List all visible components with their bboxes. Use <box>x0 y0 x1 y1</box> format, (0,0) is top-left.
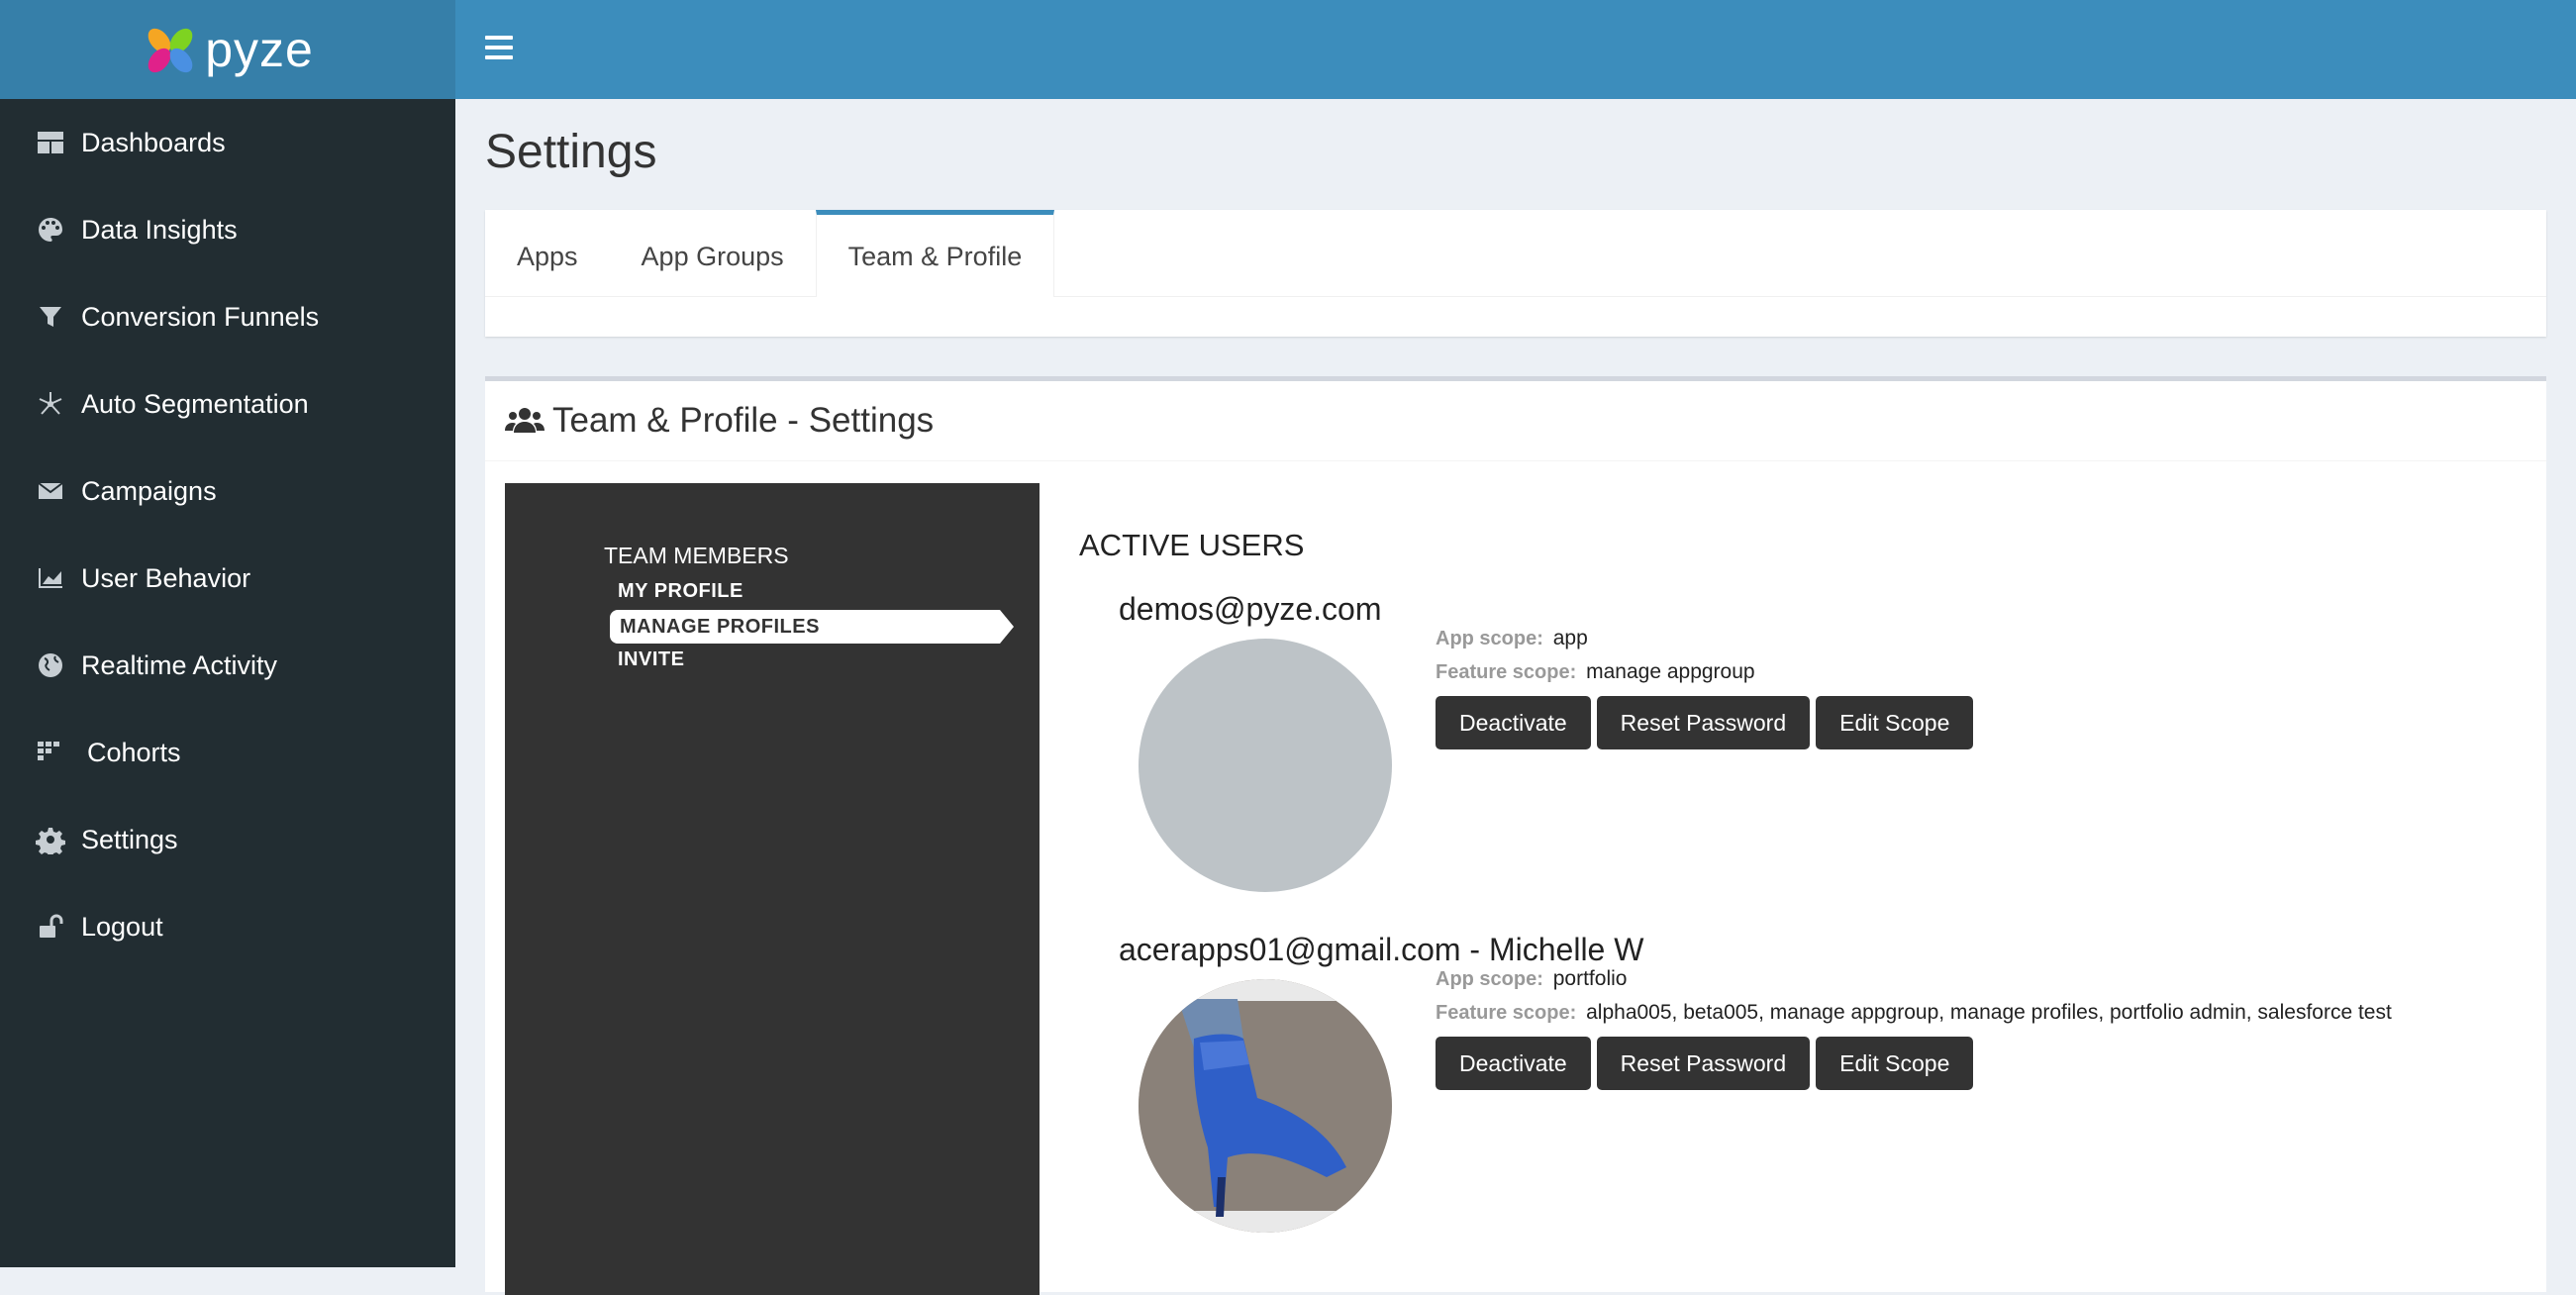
sidebar-item-label: Logout <box>81 911 163 942</box>
unlock-icon <box>34 910 67 944</box>
sidebar-item-label: Cohorts <box>87 737 181 767</box>
sidebar-item-logout[interactable]: Logout <box>0 883 455 970</box>
sidebar-nav: Dashboards Data Insights Conversion Funn… <box>0 99 455 970</box>
users-icon <box>505 408 545 433</box>
sidebar: pyze Dashboards Data Insights Conversion… <box>0 0 455 1267</box>
reset-password-button[interactable]: Reset Password <box>1596 1037 1811 1090</box>
feature-scope-label: Feature scope: <box>1436 661 1577 683</box>
feature-scope-label: Feature scope: <box>1436 1002 1577 1024</box>
top-navbar <box>455 0 2576 99</box>
gear-icon <box>34 823 67 856</box>
sidebar-item-label: Settings <box>81 824 178 854</box>
app-scope-label: App scope: <box>1436 968 1543 990</box>
user-email: demos@pyze.com <box>1119 591 1382 627</box>
user-meta: App scope: portfolio Feature scope: alph… <box>1436 967 2392 1090</box>
sidebar-item-settings[interactable]: Settings <box>0 796 455 883</box>
segmentation-icon <box>34 387 67 421</box>
avatar <box>1139 639 1392 892</box>
sidebar-item-label: Conversion Funnels <box>81 301 320 332</box>
team-subnav: TEAM MEMBERS MY PROFILE MANAGE PROFILES … <box>505 483 1040 1295</box>
panel-header: Team & Profile - Settings <box>485 381 2546 461</box>
sidebar-item-label: Campaigns <box>81 475 217 506</box>
feature-scope-line: Feature scope: alpha005, beta005, manage… <box>1436 1001 2392 1035</box>
subnav-item-manage-profiles[interactable]: MANAGE PROFILES <box>610 610 1014 644</box>
app-scope-value: portfolio <box>1552 967 1628 990</box>
edit-scope-button[interactable]: Edit Scope <box>1816 696 1974 749</box>
envelope-icon <box>34 474 67 508</box>
settings-tabs-box: Apps App Groups Team & Profile <box>485 210 2546 337</box>
page-title: Settings <box>485 126 657 178</box>
feature-scope-line: Feature scope: manage appgroup <box>1436 660 1979 694</box>
sidebar-item-data-insights[interactable]: Data Insights <box>0 186 455 273</box>
app-scope-value: app <box>1552 627 1588 649</box>
main-content: Settings Apps App Groups Team & Profile … <box>455 99 2576 1295</box>
app-scope-label: App scope: <box>1436 628 1543 649</box>
sidebar-item-label: Data Insights <box>81 214 238 245</box>
tab-team-profile[interactable]: Team & Profile <box>815 210 1055 297</box>
tab-apps[interactable]: Apps <box>485 210 610 296</box>
cohorts-icon <box>34 736 67 769</box>
tab-app-groups[interactable]: App Groups <box>610 210 816 296</box>
sidebar-item-label: User Behavior <box>81 562 251 593</box>
palette-icon <box>34 213 67 247</box>
pyze-logo-icon <box>148 28 193 73</box>
sidebar-item-label: Auto Segmentation <box>81 388 309 419</box>
sidebar-item-cohorts[interactable]: Cohorts <box>0 709 455 796</box>
settings-tabs: Apps App Groups Team & Profile <box>485 210 2546 297</box>
reset-password-button[interactable]: Reset Password <box>1596 696 1811 749</box>
team-profile-panel: Team & Profile - Settings TEAM MEMBERS M… <box>485 376 2546 1295</box>
sidebar-item-user-behavior[interactable]: User Behavior <box>0 535 455 622</box>
edit-scope-button[interactable]: Edit Scope <box>1816 1037 1974 1090</box>
sidebar-item-label: Dashboards <box>81 127 226 157</box>
area-chart-icon <box>34 561 67 595</box>
globe-icon <box>34 648 67 682</box>
deactivate-button[interactable]: Deactivate <box>1436 696 1591 749</box>
subnav-heading: TEAM MEMBERS <box>604 543 789 568</box>
user-actions: Deactivate Reset Password Edit Scope <box>1436 1037 2392 1090</box>
logo[interactable]: pyze <box>0 0 455 99</box>
app-scope-line: App scope: app <box>1436 627 1979 660</box>
user-email: acerapps01@gmail.com - Michelle W <box>1119 932 1644 967</box>
menu-toggle-icon[interactable] <box>485 36 513 63</box>
active-users-heading: ACTIVE USERS <box>1079 528 1305 562</box>
subnav-item-my-profile[interactable]: MY PROFILE <box>618 580 743 603</box>
sidebar-item-auto-segmentation[interactable]: Auto Segmentation <box>0 360 455 448</box>
feature-scope-value: manage appgroup <box>1586 660 1755 683</box>
dashboard-icon <box>34 126 67 159</box>
sidebar-item-campaigns[interactable]: Campaigns <box>0 448 455 535</box>
user-meta: App scope: app Feature scope: manage app… <box>1436 627 1979 749</box>
avatar <box>1139 979 1392 1233</box>
subnav-item-invite[interactable]: INVITE <box>618 648 684 671</box>
sidebar-item-conversion-funnels[interactable]: Conversion Funnels <box>0 273 455 360</box>
sidebar-item-dashboards[interactable]: Dashboards <box>0 99 455 186</box>
deactivate-button[interactable]: Deactivate <box>1436 1037 1591 1090</box>
sidebar-item-label: Realtime Activity <box>81 649 278 680</box>
boot-photo-icon <box>1139 979 1392 1233</box>
brand-name: pyze <box>205 22 314 77</box>
user-actions: Deactivate Reset Password Edit Scope <box>1436 696 1979 749</box>
feature-scope-value: alpha005, beta005, manage appgroup, mana… <box>1586 1001 2392 1024</box>
sidebar-item-realtime-activity[interactable]: Realtime Activity <box>0 622 455 709</box>
panel-title: Team & Profile - Settings <box>552 401 935 440</box>
filter-icon <box>34 300 67 334</box>
app-scope-line: App scope: portfolio <box>1436 967 2392 1001</box>
